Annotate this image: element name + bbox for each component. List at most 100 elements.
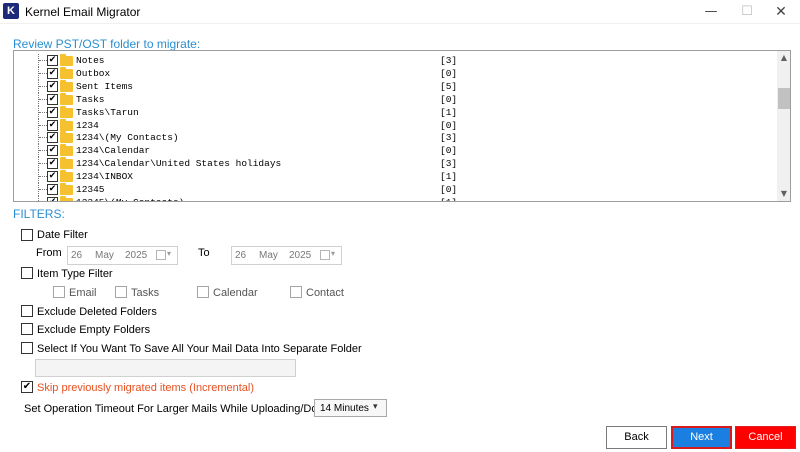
folder-icon	[60, 157, 73, 170]
folder-icon	[60, 170, 73, 183]
folder-checkbox[interactable]: ✔	[47, 67, 58, 79]
separate-folder-input[interactable]	[35, 359, 296, 377]
exclude-empty-checkbox[interactable]	[21, 323, 33, 335]
folder-name: Tasks	[76, 93, 105, 105]
date-filter-checkbox[interactable]	[21, 229, 33, 241]
from-year: 2025	[125, 250, 148, 261]
folder-name: 12345\(My Contacts)	[76, 196, 184, 201]
review-folders-label: Review PST/OST folder to migrate:	[13, 37, 201, 51]
folder-item-count: [0]	[440, 93, 458, 105]
item-type-filter-label: Item Type Filter	[37, 268, 113, 280]
tasks-type-checkbox[interactable]	[115, 286, 127, 298]
folder-tree[interactable]: ✔ Notes [3] ✔ Outbox [0] ✔ Sent Items [5] ✔ Tasks […	[13, 50, 791, 202]
folder-checkbox[interactable]: ✔	[47, 93, 58, 105]
folder-row[interactable]: ✔ 12345\(My Contacts) [1]	[14, 195, 778, 201]
folder-checkbox[interactable]: ✔	[47, 145, 58, 157]
tree-connector	[39, 189, 47, 190]
tree-connector	[39, 85, 47, 87]
folder-checkbox[interactable]: ✔	[47, 106, 58, 118]
email-type-checkbox[interactable]	[53, 286, 65, 298]
timeout-value: 14 Minutes	[320, 403, 369, 414]
folder-item-count: [3]	[440, 55, 458, 66]
folder-checkbox[interactable]: ✔	[47, 132, 58, 144]
incremental-label: Skip previously migrated items (Incremen…	[37, 382, 255, 394]
folder-icon	[60, 105, 73, 118]
to-year: 2025	[289, 250, 312, 261]
tree-connector	[39, 150, 47, 152]
folder-checkbox[interactable]: ✔	[47, 184, 58, 195]
scroll-thumb[interactable]	[778, 88, 790, 109]
folder-row[interactable]: ✔ 1234\Calendar\United States holidays [3]	[14, 157, 778, 171]
folder-row[interactable]: ✔ 1234 [0]	[14, 118, 778, 132]
to-month: May	[259, 250, 278, 261]
title-bar: K Kernel Email Migrator — ☐ ✕	[0, 0, 800, 24]
folder-row[interactable]: ✔ 1234\INBOX [1]	[14, 170, 778, 184]
maximize-icon[interactable]: ☐	[730, 0, 764, 24]
folder-name: 1234\INBOX	[76, 171, 134, 183]
close-icon[interactable]: ✕	[764, 0, 798, 24]
tree-connector	[39, 163, 47, 165]
folder-icon	[60, 54, 73, 66]
folder-row[interactable]: ✔ Outbox [0]	[14, 66, 778, 80]
window-title: Kernel Email Migrator	[25, 5, 141, 19]
tree-connector	[39, 111, 47, 113]
separate-folder-checkbox[interactable]	[21, 342, 33, 354]
scroll-up-icon[interactable]: ▲	[777, 51, 790, 65]
calendar-icon[interactable]	[156, 250, 166, 260]
item-type-filter-checkbox[interactable]	[21, 267, 33, 279]
folder-name: Tasks\Tarun	[76, 106, 139, 118]
folder-icon	[60, 144, 73, 157]
folder-icon	[60, 66, 73, 79]
to-label: To	[198, 247, 210, 259]
to-date-field[interactable]: 26 May 2025 ▾	[231, 246, 342, 265]
cancel-button[interactable]: Cancel	[735, 426, 796, 449]
folder-checkbox[interactable]: ✔	[47, 80, 58, 92]
calendar-icon[interactable]	[320, 250, 330, 260]
tree-connector	[38, 195, 39, 201]
tree-connector	[39, 72, 47, 74]
timeout-dropdown[interactable]: 14 Minutes ▾	[314, 399, 387, 417]
folder-icon	[60, 118, 73, 131]
tree-connector	[39, 176, 47, 178]
tree-connector	[39, 124, 47, 126]
exclude-deleted-label: Exclude Deleted Folders	[37, 306, 157, 318]
to-day: 26	[235, 250, 247, 261]
minimize-icon[interactable]: —	[694, 0, 728, 24]
tree-scrollbar[interactable]: ▲ ▼	[777, 51, 790, 201]
calendar-type-label: Calendar	[213, 287, 258, 299]
folder-item-count: [1]	[440, 196, 457, 201]
folder-checkbox[interactable]: ✔	[47, 119, 58, 131]
folder-row[interactable]: ✔ Sent Items [5]	[14, 79, 778, 93]
folder-item-count: [5]	[440, 80, 458, 92]
email-type-label: Email	[69, 287, 97, 299]
exclude-deleted-checkbox[interactable]	[21, 305, 33, 317]
folder-checkbox[interactable]: ✔	[47, 196, 58, 201]
folder-item-count: [3]	[440, 132, 458, 144]
folder-name: 1234\(My Contacts)	[76, 132, 179, 144]
back-button[interactable]: Back	[606, 426, 667, 449]
folder-checkbox[interactable]: ✔	[47, 171, 58, 183]
folder-row[interactable]: ✔ Tasks\Tarun [1]	[14, 105, 778, 119]
folder-row[interactable]: ✔ Tasks [0]	[14, 92, 778, 106]
tree-connector	[39, 98, 47, 100]
folder-row[interactable]: ✔ 1234\(My Contacts) [3]	[14, 131, 778, 145]
next-button[interactable]: Next	[671, 426, 732, 449]
from-date-field[interactable]: 26 May 2025 ▾	[67, 246, 178, 265]
date-filter-label: Date Filter	[37, 229, 88, 241]
folder-row[interactable]: ✔ Notes [3]	[14, 54, 778, 67]
chevron-down-icon: ▾	[373, 402, 378, 412]
folder-name: Notes	[76, 55, 105, 66]
calendar-type-checkbox[interactable]	[197, 286, 209, 298]
folder-name: 12345	[76, 184, 105, 195]
folder-icon	[60, 92, 73, 105]
scroll-down-icon[interactable]: ▼	[777, 187, 790, 201]
chevron-down-icon[interactable]: ▾	[167, 249, 171, 258]
incremental-checkbox[interactable]: ✔	[21, 381, 33, 393]
folder-checkbox[interactable]: ✔	[47, 55, 58, 66]
filters-label: FILTERS:	[13, 207, 65, 221]
folder-row[interactable]: ✔ 12345 [0]	[14, 183, 778, 196]
contact-type-checkbox[interactable]	[290, 286, 302, 298]
folder-checkbox[interactable]: ✔	[47, 158, 58, 170]
folder-row[interactable]: ✔ 1234\Calendar [0]	[14, 144, 778, 158]
chevron-down-icon[interactable]: ▾	[331, 249, 335, 258]
